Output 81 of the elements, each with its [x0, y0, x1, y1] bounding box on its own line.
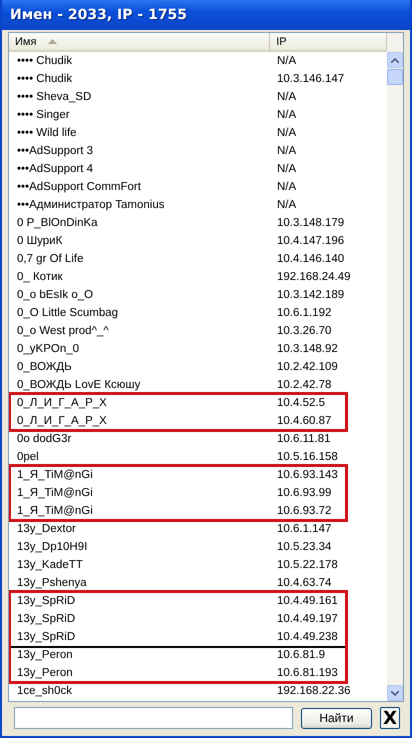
scroll-thumb[interactable]	[387, 69, 403, 85]
name-cell-text: 0_O Little Scumbag	[16, 307, 120, 319]
ip-cell-text: 10.2.42.78	[276, 379, 332, 391]
name-cell-text: •••Администратор Tamonius	[16, 199, 166, 211]
ip-cell-text: 10.3.148.92	[276, 343, 338, 355]
scroll-down-icon[interactable]	[387, 685, 403, 701]
ip-cell-text: 10.6.11.81	[276, 433, 331, 445]
ip-cell-text: 10.4.146.140	[276, 253, 344, 265]
name-cell-text: 13y_SpRiD	[16, 631, 76, 643]
find-button[interactable]: Найти	[300, 708, 372, 728]
scrollbar[interactable]	[387, 33, 403, 701]
name-cell-text: •••AdSupport CommFort	[16, 181, 142, 193]
ip-cell-text: 10.4.49.238	[276, 631, 338, 643]
ip-cell-text: 10.4.52.5	[276, 397, 325, 409]
close-button[interactable]: X	[380, 707, 400, 729]
search-field[interactable]	[14, 707, 293, 729]
name-cell-text: 0 P_BlOnDinKa	[16, 217, 99, 229]
ip-cell-text: 10.6.1.147	[276, 523, 332, 535]
name-cell-text: 13y_Peron	[16, 667, 74, 679]
name-cell-text: 0_yKPOn_0	[16, 343, 80, 355]
ip-cell-text: 10.3.142.189	[276, 289, 344, 301]
ip-cell-text: N/A	[276, 91, 296, 103]
name-cell-text: 0o dodG3r	[16, 433, 72, 445]
name-cell-text: 1_Я_TiM@nGi	[16, 469, 94, 481]
name-cell-text: •••• Chudik	[16, 73, 74, 85]
name-cell-text: 0_o bEsIk o_O	[16, 289, 94, 301]
name-cell-text: 1_Я_TiM@nGi	[16, 487, 94, 499]
name-cell-text: 13y_Pshenya	[16, 577, 88, 589]
ip-cell-text: 192.168.24.49	[276, 271, 351, 283]
ip-cell-text: 10.6.93.72	[276, 505, 332, 517]
name-cell-text: 0_Л_И_Г_А_Р_Х	[16, 397, 108, 409]
ip-cell-text: N/A	[276, 109, 296, 121]
ip-cell-text: 10.6.93.99	[276, 487, 332, 499]
name-cell-text: 13y_SpRiD	[16, 613, 76, 625]
name-cell-text: 13y_Dp10H9I	[16, 541, 88, 553]
ip-cell-text: 10.6.81.9	[276, 649, 325, 661]
name-cell-text: 13y_Dextor	[16, 523, 77, 535]
ip-cell-text: 10.6.93.143	[276, 469, 338, 481]
name-cell-text: 0pel	[16, 451, 40, 463]
name-cell-text: •••• Sheva_SD	[16, 91, 92, 103]
name-cell-text: 0_o West prod^_^	[16, 325, 110, 337]
name-cell-text: 0,7 gr Of Life	[16, 253, 84, 265]
ip-cell-text: 10.3.146.147	[276, 73, 344, 85]
name-cell-text: •••AdSupport 4	[16, 163, 94, 175]
name-cell-text: 13y_KadeTT	[16, 559, 84, 571]
ip-cell-text: 10.4.60.87	[276, 415, 332, 427]
ip-cell-text: 10.3.148.179	[276, 217, 344, 229]
ip-cell-text: 192.168.22.36	[276, 685, 351, 697]
name-cell-text: 0 ШуриК	[16, 235, 64, 247]
name-cell-text: 0_Л_И_Г_А_Р_Х	[16, 415, 108, 427]
name-cell-text: 0_ВОЖДЬ	[16, 361, 73, 373]
ip-cell-text: 10.5.16.158	[276, 451, 338, 463]
name-cell-text: 1_Я_TiM@nGi	[16, 505, 94, 517]
name-cell-text: 13y_SpRiD	[16, 595, 76, 607]
ip-cell-text: 10.6.81.193	[276, 667, 338, 679]
column-header[interactable]: Имя	[9, 33, 270, 50]
ip-cell-text: 10.2.42.109	[276, 361, 338, 373]
name-cell-text: 0_ВОЖДЬ LovE Ксюшу	[16, 379, 142, 391]
scroll-up-icon[interactable]	[387, 52, 403, 68]
ip-cell-text: 10.4.49.197	[276, 613, 338, 625]
name-cell-text: •••AdSupport 3	[16, 145, 94, 157]
name-cell-text: •••• Chudik	[16, 55, 74, 67]
ip-cell-text: 10.3.26.70	[276, 325, 332, 337]
ip-cell-text: 10.5.22.178	[276, 559, 338, 571]
ip-cell-text: 10.4.49.161	[276, 595, 338, 607]
ip-cell-text: N/A	[276, 199, 296, 211]
name-cell-text: •••• Wild life	[16, 127, 78, 139]
name-cell-text: 1ce_sh0ck	[16, 685, 73, 697]
ip-cell-text: N/A	[276, 163, 296, 175]
name-cell-text: •••• Singer	[16, 109, 71, 121]
ip-cell-text: 10.6.1.192	[276, 307, 332, 319]
ip-cell-text: N/A	[276, 181, 296, 193]
ip-cell-text: 10.5.23.34	[276, 541, 332, 553]
ip-cell-text: 10.4.147.196	[276, 235, 344, 247]
ip-cell-text: 10.4.63.74	[276, 577, 332, 589]
ip-cell-text: N/A	[276, 145, 296, 157]
window-title: Имен - 2033, IP - 1755	[10, 7, 188, 23]
ip-cell-text: N/A	[276, 127, 296, 139]
name-cell-text: 13y_Peron	[16, 649, 74, 661]
ip-cell-text: N/A	[276, 55, 296, 67]
name-cell-text: 0_ Котик	[16, 271, 64, 283]
